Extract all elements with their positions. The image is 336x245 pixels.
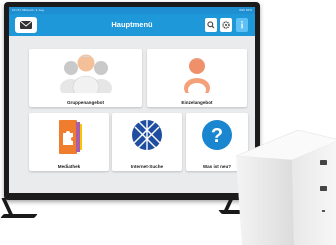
tile-einzelangebot[interactable]: Einzelangebot bbox=[147, 49, 247, 107]
tile-gruppenangebot[interactable]: Gruppenangebot bbox=[29, 49, 142, 107]
app-header: Hauptmenü bbox=[9, 14, 255, 36]
status-bar: 10:15 | Mittwoch, 3. Aug WiFi 82% bbox=[9, 7, 255, 14]
tile-internet-suche[interactable]: Internet-Suche bbox=[112, 113, 182, 171]
question-icon: ? bbox=[202, 120, 232, 150]
status-indicators: WiFi 82% bbox=[239, 8, 252, 12]
globe-icon bbox=[132, 120, 162, 150]
search-icon bbox=[207, 21, 215, 29]
svg-text:?: ? bbox=[211, 125, 223, 147]
tv-monitor: 10:15 | Mittwoch, 3. Aug WiFi 82% Hauptm… bbox=[4, 2, 260, 200]
tablet-screen: 10:15 | Mittwoch, 3. Aug WiFi 82% Hauptm… bbox=[9, 7, 255, 193]
group-people-icon bbox=[60, 54, 112, 93]
tile-label: Mediathek bbox=[57, 164, 81, 169]
tile-label: Internet-Suche bbox=[130, 164, 164, 169]
tv-foot-left bbox=[0, 214, 38, 218]
tile-label: Einzelangebot bbox=[181, 100, 213, 105]
settings-button[interactable] bbox=[220, 18, 232, 32]
tile-mediathek[interactable]: Mediathek bbox=[29, 113, 109, 171]
mail-button[interactable] bbox=[15, 17, 37, 33]
tile-label: Gruppenangebot bbox=[66, 100, 104, 105]
person-icon bbox=[184, 58, 210, 93]
info-icon bbox=[241, 21, 243, 29]
book-puzzle-icon bbox=[59, 120, 82, 154]
page-title: Hauptmenü bbox=[111, 20, 153, 29]
status-time: 10:15 | Mittwoch, 3. Aug bbox=[12, 8, 44, 12]
gear-icon bbox=[222, 21, 230, 29]
help-button[interactable] bbox=[236, 18, 248, 32]
search-button[interactable] bbox=[205, 18, 217, 32]
usb-port-icon bbox=[320, 186, 327, 191]
usb-port-icon bbox=[320, 160, 327, 165]
set-top-box bbox=[232, 130, 336, 245]
mail-icon bbox=[19, 20, 33, 29]
